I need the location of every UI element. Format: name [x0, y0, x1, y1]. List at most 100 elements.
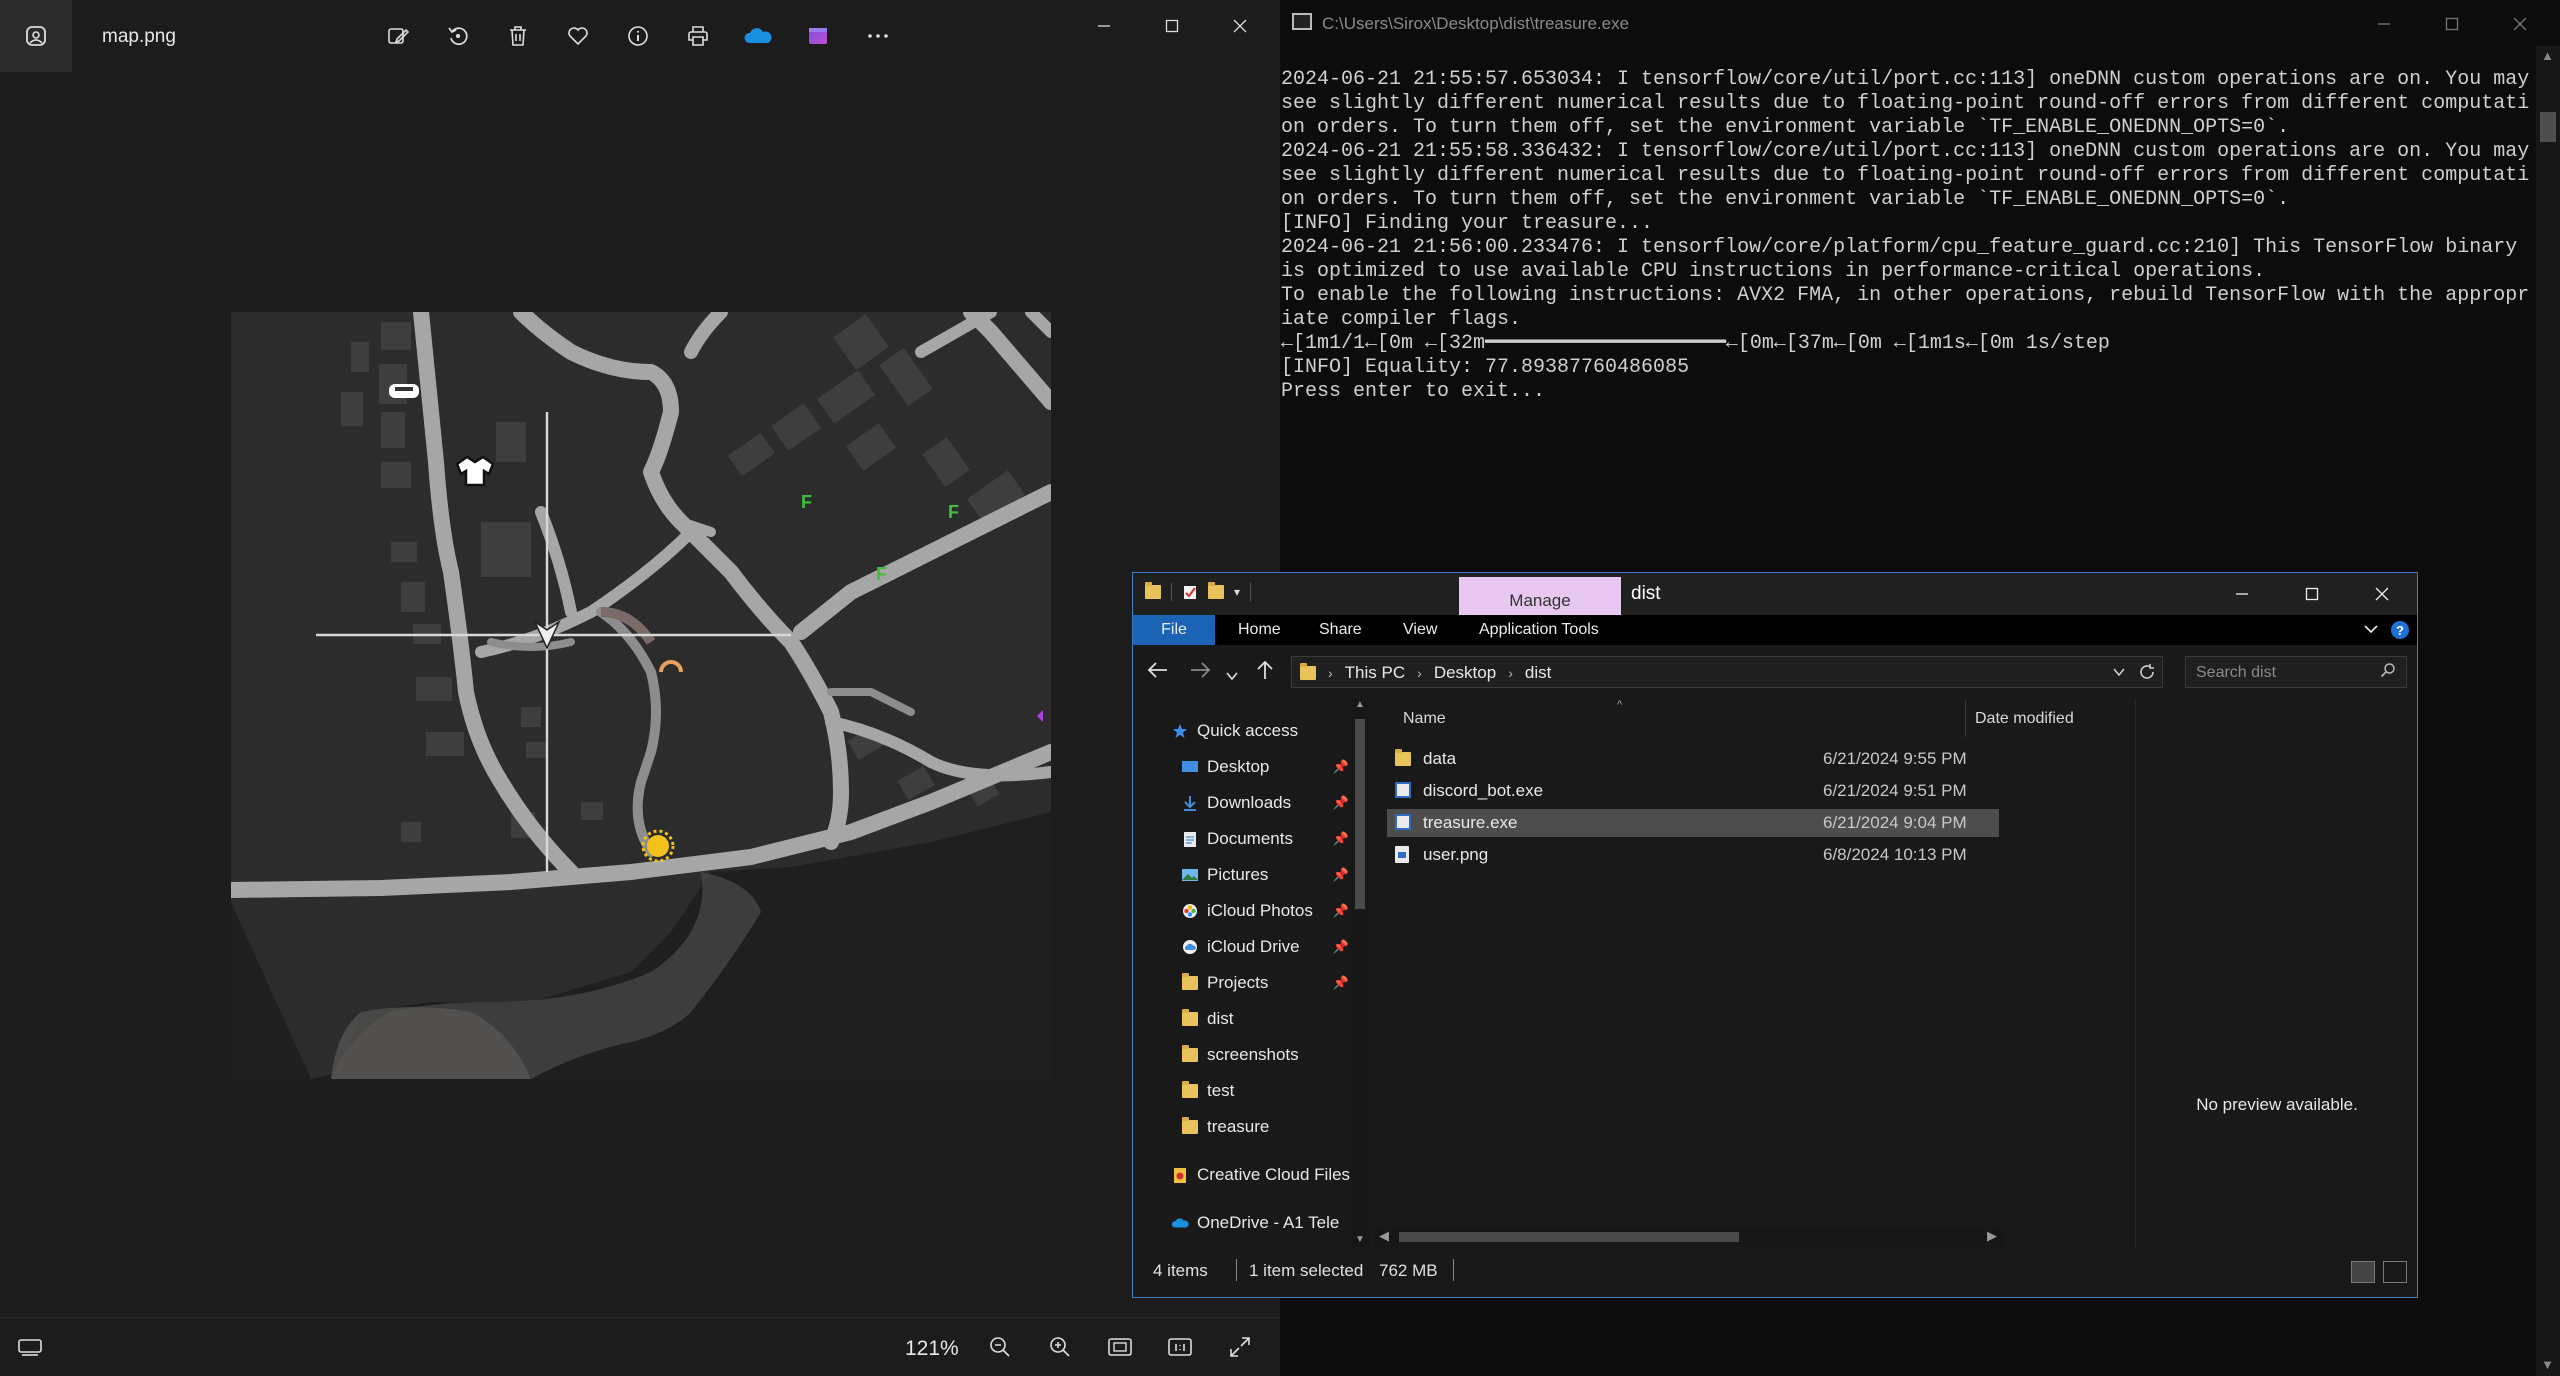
- map-image[interactable]: F F F: [231, 312, 1051, 1079]
- console-line: 2024-06-21 21:56:00.233476: I tensorflow…: [1281, 236, 2530, 283]
- column-divider[interactable]: [1965, 701, 1966, 737]
- zoom-in-icon[interactable]: [1040, 1330, 1080, 1364]
- breadcrumb-desktop[interactable]: Desktop: [1434, 663, 1496, 683]
- column-header-name[interactable]: Name: [1403, 699, 1446, 739]
- sidebar-item-icloud-drive[interactable]: iCloud Drive 📌: [1181, 933, 1351, 961]
- sidebar-item-treasure[interactable]: treasure: [1181, 1113, 1351, 1141]
- forward-arrow-icon[interactable]: [1189, 659, 1211, 687]
- file-list-horizontal-scrollbar[interactable]: ◀ ▶: [1373, 1227, 2005, 1247]
- scroll-up-arrow-icon[interactable]: ▲: [2541, 48, 2554, 63]
- details-view-icon[interactable]: [2351, 1261, 2375, 1283]
- sidebar-item-label: dist: [1207, 1009, 1234, 1028]
- console-scrollbar[interactable]: ▲ ▼: [2536, 46, 2560, 1376]
- file-row-data[interactable]: data 6/21/2024 9:55 PM: [1387, 745, 1999, 773]
- sidebar-item-desktop[interactable]: Desktop 📌: [1181, 753, 1351, 781]
- scroll-right-arrow-icon[interactable]: ▶: [1987, 1228, 1997, 1244]
- scroll-down-arrow-icon[interactable]: ▼: [2541, 1357, 2554, 1372]
- up-arrow-icon[interactable]: [1255, 659, 1275, 687]
- edit-image-icon[interactable]: [380, 18, 416, 54]
- address-bar[interactable]: › This PC › Desktop › dist: [1291, 656, 2163, 688]
- maximize-button[interactable]: [1138, 10, 1206, 42]
- customize-qa-chevron-icon[interactable]: ▾: [1234, 585, 1240, 599]
- folder-icon: [1181, 1081, 1199, 1098]
- actual-size-icon[interactable]: [1160, 1330, 1200, 1364]
- sidebar-item-projects[interactable]: Projects 📌: [1181, 969, 1351, 997]
- info-icon[interactable]: [620, 18, 656, 54]
- console-scroll-thumb[interactable]: [2540, 112, 2556, 142]
- close-button[interactable]: [1206, 10, 1274, 42]
- view-toggle-group: [2351, 1261, 2407, 1283]
- large-icons-view-icon[interactable]: [2383, 1261, 2407, 1283]
- folder-icon: [1181, 1045, 1199, 1062]
- file-row-discord-bot-exe[interactable]: discord_bot.exe 6/21/2024 9:51 PM: [1387, 777, 1999, 805]
- print-icon[interactable]: [680, 18, 716, 54]
- tab-file[interactable]: File: [1133, 615, 1215, 645]
- onedrive-icon[interactable]: [740, 18, 776, 54]
- sidebar-item-screenshots[interactable]: screenshots: [1181, 1041, 1351, 1069]
- properties-icon[interactable]: [1182, 584, 1198, 600]
- sidebar-item-label: OneDrive - A1 Tele: [1197, 1213, 1340, 1232]
- horizontal-scroll-thumb[interactable]: [1399, 1232, 1739, 1242]
- sidebar-item-downloads[interactable]: Downloads 📌: [1181, 789, 1351, 817]
- breadcrumb-this-pc[interactable]: This PC: [1345, 663, 1405, 683]
- sidebar-item-creative-cloud[interactable]: Creative Cloud Files: [1171, 1161, 1351, 1189]
- sidebar-item-label: Downloads: [1207, 793, 1292, 812]
- recent-locations-chevron-icon[interactable]: [1225, 663, 1239, 689]
- filmstrip-toggle-icon[interactable]: [14, 1332, 46, 1362]
- clipchamp-icon[interactable]: [800, 18, 836, 54]
- breadcrumb-dist[interactable]: dist: [1525, 663, 1551, 683]
- back-arrow-icon[interactable]: [1147, 659, 1169, 687]
- more-icon[interactable]: [860, 18, 896, 54]
- zoom-out-icon[interactable]: [980, 1330, 1020, 1364]
- rotate-icon[interactable]: [440, 18, 476, 54]
- address-dropdown-chevron-icon[interactable]: [2112, 661, 2126, 686]
- minimize-button[interactable]: [2350, 8, 2418, 40]
- sidebar-item-quick-access[interactable]: Quick access: [1171, 717, 1373, 745]
- tab-share[interactable]: Share: [1319, 615, 1362, 645]
- pin-icon: 📌: [1332, 867, 1349, 882]
- sidebar-item-onedrive[interactable]: OneDrive - A1 Tele: [1171, 1209, 1351, 1237]
- file-date: 6/21/2024 9:51 PM: [1823, 781, 1967, 800]
- file-row-user-png[interactable]: user.png 6/8/2024 10:13 PM: [1387, 841, 1999, 869]
- tab-view[interactable]: View: [1403, 615, 1437, 645]
- scroll-down-arrow-icon[interactable]: ▼: [1355, 1234, 1365, 1245]
- maximize-button[interactable]: [2277, 573, 2347, 615]
- maximize-button[interactable]: [2418, 8, 2486, 40]
- search-box[interactable]: Search dist: [2185, 656, 2407, 688]
- tab-home[interactable]: Home: [1238, 615, 1281, 645]
- delete-icon[interactable]: [500, 18, 536, 54]
- minimize-button[interactable]: [2207, 573, 2277, 615]
- preview-message: No preview available.: [2196, 1095, 2358, 1114]
- minimize-button[interactable]: [1070, 10, 1138, 42]
- tab-application-tools[interactable]: Application Tools: [1479, 615, 1599, 645]
- navigation-pane-scrollbar[interactable]: ▲ ▼: [1351, 699, 1369, 1247]
- navigation-pane-scroll-thumb[interactable]: [1355, 719, 1365, 909]
- file-row-treasure-exe[interactable]: treasure.exe 6/21/2024 9:04 PM: [1387, 809, 1999, 837]
- creative-cloud-icon: [1171, 1167, 1189, 1184]
- file-explorer-window: ▾ Manage dist File Home Share View Appli…: [1132, 572, 2418, 1298]
- help-icon[interactable]: ?: [2391, 621, 2409, 639]
- manage-context-tab[interactable]: Manage: [1459, 577, 1621, 615]
- console-line: ←[1m1/1←[0m ←[32m━━━━━━━━━━━━━━━━━━━━←[0…: [1281, 332, 2110, 355]
- sidebar-item-pictures[interactable]: Pictures 📌: [1181, 861, 1351, 889]
- fit-to-window-icon[interactable]: [1100, 1330, 1140, 1364]
- new-folder-icon[interactable]: [1208, 582, 1224, 599]
- explorer-window-title: dist: [1631, 583, 1661, 604]
- sidebar-item-dist[interactable]: dist: [1181, 1005, 1351, 1033]
- sidebar-item-documents[interactable]: Documents 📌: [1181, 825, 1351, 853]
- refresh-icon[interactable]: [2138, 661, 2156, 686]
- close-button[interactable]: [2486, 8, 2554, 40]
- favorite-icon[interactable]: [560, 18, 596, 54]
- sidebar-item-icloud-photos[interactable]: iCloud Photos 📌: [1181, 897, 1351, 925]
- scroll-up-arrow-icon[interactable]: ▲: [1355, 699, 1365, 710]
- console-line: [INFO] Equality: 77.89387760486085: [1281, 356, 1690, 379]
- search-input[interactable]: Search dist: [2196, 664, 2276, 682]
- ribbon-tabs: File Home Share View Application Tools ?: [1133, 615, 2417, 645]
- expand-ribbon-chevron-icon[interactable]: [2363, 622, 2379, 638]
- map-marker-f-3: F: [876, 564, 887, 584]
- scroll-left-arrow-icon[interactable]: ◀: [1379, 1228, 1389, 1244]
- sidebar-item-test[interactable]: test: [1181, 1077, 1351, 1105]
- close-button[interactable]: [2347, 573, 2417, 615]
- fullscreen-icon[interactable]: [1220, 1330, 1260, 1364]
- column-header-date-modified[interactable]: Date modified: [1975, 699, 2074, 739]
